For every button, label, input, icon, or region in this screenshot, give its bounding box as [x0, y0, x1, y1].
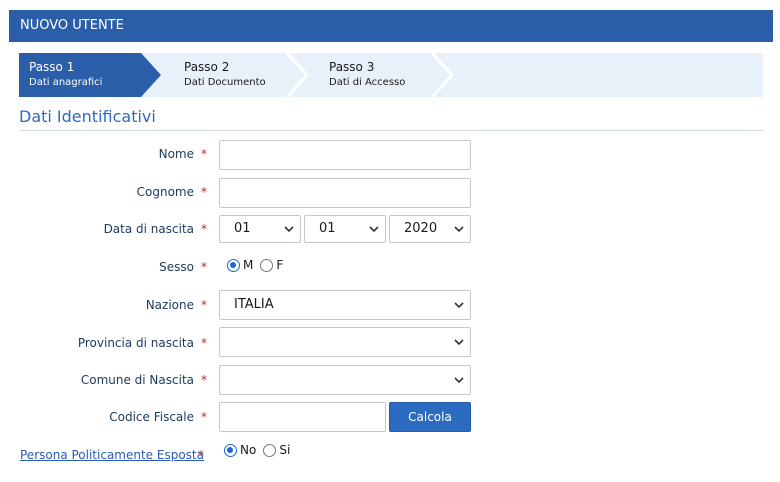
pep-option-si-label: Si [279, 443, 291, 457]
year-select-value: 2020 [404, 221, 438, 236]
month-select[interactable]: 01 [304, 215, 386, 243]
pep-radio-no[interactable] [224, 443, 237, 457]
wizard-step-title: Passo 1 [29, 60, 75, 74]
day-select[interactable]: 01 [219, 215, 301, 243]
year-select[interactable]: 2020 [389, 215, 471, 243]
sesso-radio-f[interactable] [260, 258, 274, 272]
sesso-radio-m[interactable] [227, 258, 240, 272]
nazione-select-value: ITALIA [234, 297, 274, 312]
comune-select[interactable] [219, 365, 471, 395]
sesso-label-text: Sesso [159, 260, 194, 274]
nazione-label: Nazione * [146, 298, 207, 312]
required-mark: * [201, 298, 207, 312]
nome-label: Nome * [159, 147, 207, 161]
wizard-step-2[interactable]: Passo 2 Dati Documento [174, 53, 306, 97]
codice-fiscale-label-text: Codice Fiscale [109, 410, 194, 424]
sesso-option-m-label: M [243, 258, 254, 272]
cognome-label: Cognome * [137, 185, 207, 199]
wizard-step-title: Passo 2 [184, 60, 230, 74]
month-select-value: 01 [319, 221, 336, 236]
section-divider [19, 130, 763, 131]
comune-label: Comune di Nascita * [81, 373, 207, 387]
sesso-radio-group: M F [227, 258, 290, 272]
chevron-down-icon [454, 377, 464, 384]
provincia-select[interactable] [219, 327, 471, 357]
pep-radio-group: No Si [224, 443, 297, 457]
page-title: NUOVO UTENTE [20, 18, 124, 33]
provincia-label-text: Provincia di nascita [77, 336, 194, 350]
chevron-down-icon [454, 226, 464, 233]
required-mark: * [201, 410, 207, 424]
required-mark: * [201, 260, 207, 274]
data-nascita-label: Data di nascita * [104, 222, 207, 236]
sesso-label: Sesso * [159, 260, 207, 274]
required-mark: * [198, 448, 204, 462]
chevron-down-icon [369, 226, 379, 233]
nome-label-text: Nome [158, 147, 194, 161]
sesso-option-f-label: F [276, 258, 284, 272]
wizard-step-3[interactable]: Passo 3 Dati di Accesso [319, 53, 451, 97]
required-mark: * [201, 373, 207, 387]
page-header: NUOVO UTENTE [9, 10, 773, 42]
required-mark: * [201, 185, 207, 199]
codice-fiscale-input[interactable] [219, 402, 386, 432]
day-select-value: 01 [234, 221, 251, 236]
required-mark: * [201, 222, 207, 236]
pep-link[interactable]: Persona Politicamente Esposta [20, 448, 204, 462]
wizard-step-subtitle: Dati di Accesso [329, 77, 406, 88]
wizard-step-subtitle: Dati anagrafici [29, 77, 103, 88]
codice-fiscale-label: Codice Fiscale * [109, 410, 207, 424]
nazione-label-text: Nazione [145, 298, 194, 312]
wizard-step-1[interactable]: Passo 1 Dati anagrafici [19, 53, 161, 97]
cognome-label-text: Cognome [136, 185, 194, 199]
required-mark: * [201, 336, 207, 350]
required-mark: * [201, 147, 207, 161]
section-title: Dati Identificativi [19, 107, 156, 126]
nome-input[interactable] [219, 140, 471, 170]
chevron-down-icon [284, 226, 294, 233]
chevron-down-icon [454, 302, 464, 309]
provincia-label: Provincia di nascita * [78, 336, 207, 350]
wizard-steps: Passo 1 Dati anagrafici Passo 2 Dati Doc… [19, 53, 763, 97]
data-nascita-label-text: Data di nascita [103, 222, 194, 236]
pep-radio-si[interactable] [263, 443, 277, 457]
cognome-input[interactable] [219, 178, 471, 208]
comune-label-text: Comune di Nascita [80, 373, 194, 387]
chevron-down-icon [454, 339, 464, 346]
calcola-button[interactable]: Calcola [389, 402, 471, 432]
wizard-step-subtitle: Dati Documento [184, 77, 266, 88]
wizard-step-title: Passo 3 [329, 60, 375, 74]
nazione-select[interactable]: ITALIA [219, 290, 471, 320]
pep-option-no-label: No [240, 443, 257, 457]
